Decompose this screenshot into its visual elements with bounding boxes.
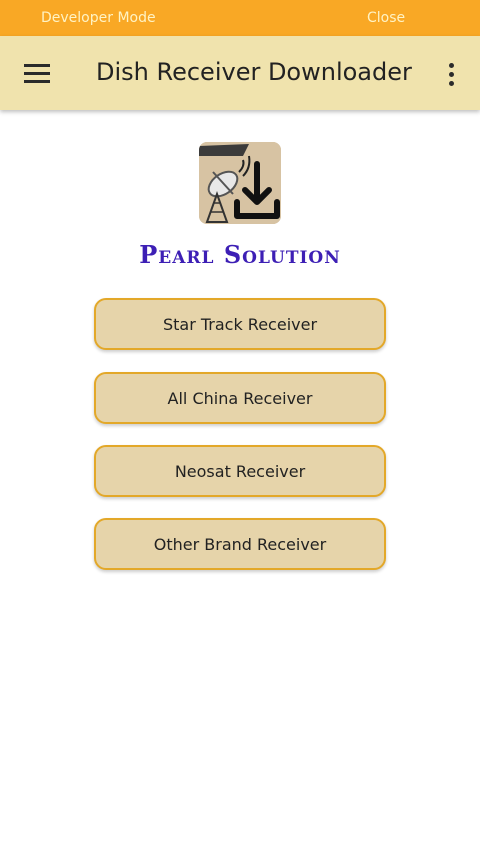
neosat-receiver-button[interactable]: Neosat Receiver [94,445,386,497]
other-brand-receiver-button[interactable]: Other Brand Receiver [94,518,386,570]
all-china-receiver-button[interactable]: All China Receiver [94,372,386,424]
app-bar: Dish Receiver Downloader [0,36,480,110]
app-title: Dish Receiver Downloader [96,58,412,86]
satellite-dish-download-icon [199,142,281,224]
star-track-receiver-button[interactable]: Star Track Receiver [94,298,386,350]
developer-mode-label: Developer Mode [41,10,156,26]
more-vertical-icon[interactable] [440,58,462,90]
brand-name: Pearl Solution [139,240,341,269]
developer-mode-bar: Developer Mode Close [0,0,480,36]
close-button[interactable]: Close [367,10,405,26]
hamburger-menu-icon[interactable] [20,56,54,90]
